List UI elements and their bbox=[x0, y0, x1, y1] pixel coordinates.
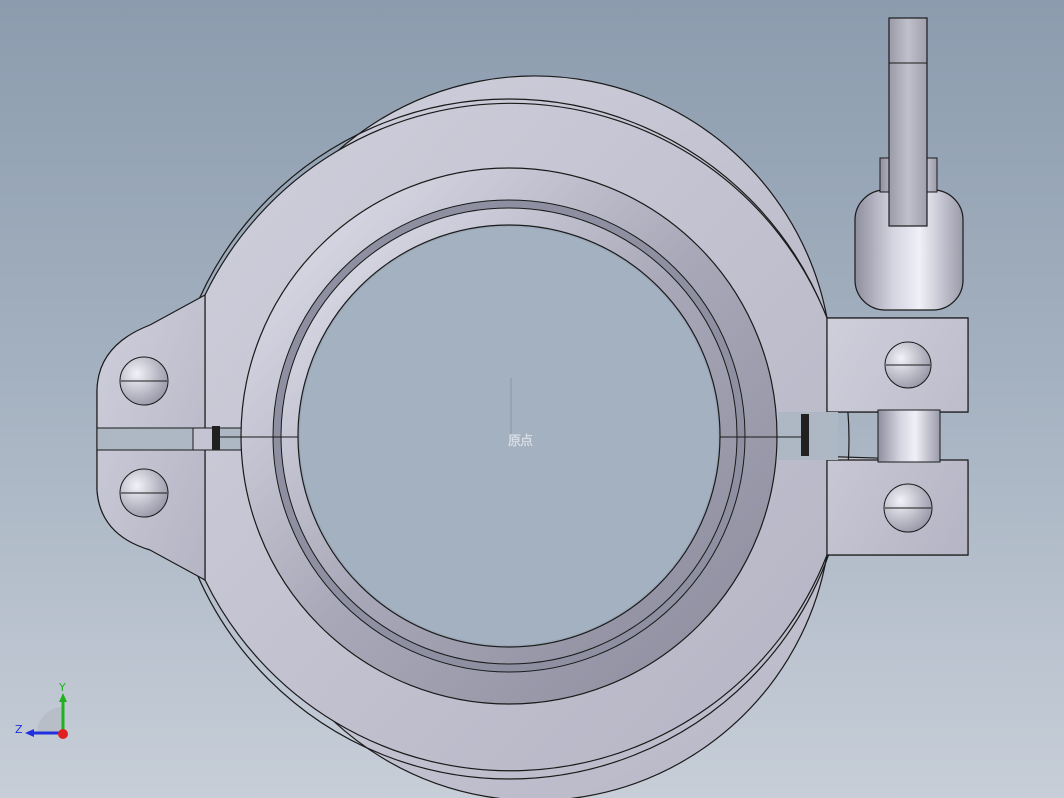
clamp-bolt-shaft bbox=[877, 409, 941, 463]
hinge-pin-upper bbox=[119, 356, 169, 406]
gasket-tab-left bbox=[212, 426, 220, 450]
graphics-viewport[interactable]: Y Z 原点 bbox=[0, 0, 1064, 798]
orientation-triad[interactable]: Y Z bbox=[15, 681, 68, 739]
bolt-pin-lower bbox=[883, 483, 933, 533]
triad-y-label: Y bbox=[58, 681, 66, 694]
hinge-pin-lower bbox=[119, 468, 169, 518]
ring-gap-left bbox=[192, 427, 214, 451]
triad-z-label: Z bbox=[15, 723, 23, 736]
bolt-pin-upper bbox=[884, 341, 932, 389]
gasket-tab-right bbox=[801, 414, 809, 456]
origin-label: 原点 bbox=[508, 434, 533, 449]
cad-model-view[interactable]: Y Z bbox=[0, 0, 1064, 798]
clamp-lever-handle[interactable] bbox=[888, 17, 928, 227]
